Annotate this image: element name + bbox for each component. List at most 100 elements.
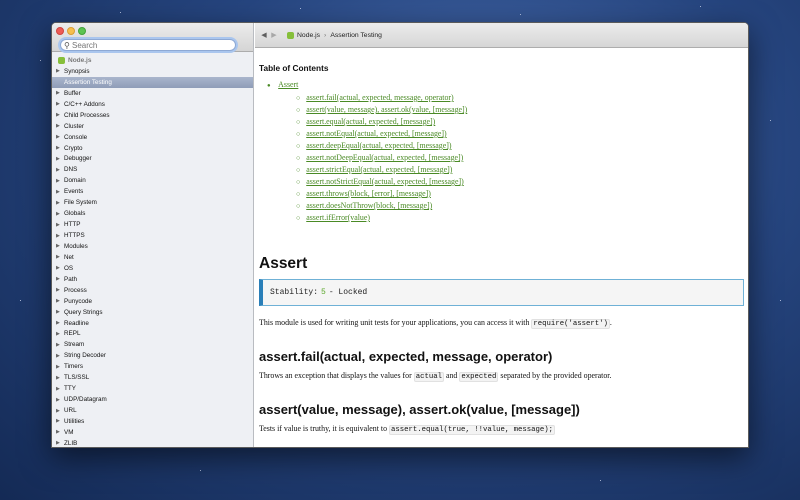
disclosure-triangle-icon[interactable]: ▶ <box>56 68 61 74</box>
sidebar-item[interactable]: ▶ Punycode <box>52 296 253 307</box>
toc-link[interactable]: assert.equal(actual, expected, [message]… <box>306 117 435 126</box>
toc-link[interactable]: assert.notEqual(actual, expected, [messa… <box>306 129 446 138</box>
sidebar-item[interactable]: ▶ ZLIB <box>52 438 253 447</box>
disclosure-triangle-icon[interactable]: ▶ <box>56 309 61 315</box>
sidebar-item[interactable]: ▶Assertion Testing <box>52 76 253 88</box>
disclosure-triangle-icon[interactable]: ▶ <box>56 167 61 173</box>
disclosure-triangle-icon[interactable]: ▶ <box>56 243 61 249</box>
disclosure-triangle-icon[interactable]: ▶ <box>56 189 61 195</box>
disclosure-triangle-icon[interactable]: ▶ <box>56 440 61 446</box>
toc-link[interactable]: assert.throws(block, [error], [message]) <box>306 189 431 198</box>
search-field[interactable]: ⚲ <box>60 39 236 51</box>
sidebar-item[interactable]: ▶ TTY <box>52 383 253 394</box>
disclosure-triangle-icon[interactable]: ▶ <box>56 178 61 184</box>
disclosure-triangle-icon[interactable]: ▶ <box>56 79 61 85</box>
toc-link[interactable]: assert.notDeepEqual(actual, expected, [m… <box>306 153 463 162</box>
sidebar-item[interactable]: ▶ Net <box>52 252 253 263</box>
minimize-window-button[interactable] <box>67 27 75 35</box>
disclosure-triangle-icon[interactable]: ▶ <box>56 101 61 107</box>
search-input[interactable] <box>72 40 230 50</box>
tree-root-nodejs[interactable]: Node.js <box>52 55 253 66</box>
sidebar-item[interactable]: ▶ Debugger <box>52 154 253 165</box>
sidebar-item[interactable]: ▶ Console <box>52 132 253 143</box>
toc-link[interactable]: assert.strictEqual(actual, expected, [me… <box>306 165 452 174</box>
sidebar-item[interactable]: ▶ Crypto <box>52 143 253 154</box>
sidebar-item[interactable]: ▶ TLS/SSL <box>52 372 253 383</box>
sidebar-item[interactable]: ▶ UDP/Datagram <box>52 394 253 405</box>
sidebar-item[interactable]: ▶ String Decoder <box>52 350 253 361</box>
disclosure-triangle-icon[interactable]: ▶ <box>56 265 61 271</box>
disclosure-triangle-icon[interactable]: ▶ <box>56 233 61 239</box>
disclosure-triangle-icon[interactable]: ▶ <box>56 364 61 370</box>
disclosure-triangle-icon[interactable]: ▶ <box>56 90 61 96</box>
toc-item: ○ assert.deepEqual(actual, expected, [mes… <box>296 140 748 152</box>
toc-root-item: ● Assert ○ assert.fail(actual, expected, … <box>267 79 748 224</box>
toc-bullet-icon: ○ <box>296 130 301 138</box>
disclosure-triangle-icon[interactable]: ▶ <box>56 134 61 140</box>
disclosure-triangle-icon[interactable]: ▶ <box>56 254 61 260</box>
api-heading-fail: assert.fail(actual, expected, message, o… <box>259 349 553 364</box>
toc-link[interactable]: assert(value, message), assert.ok(value,… <box>306 105 467 114</box>
disclosure-triangle-icon[interactable]: ▶ <box>56 353 61 359</box>
sidebar-item[interactable]: ▶ Buffer <box>52 88 253 99</box>
sidebar-item-label: Cluster <box>64 122 84 130</box>
sidebar-item[interactable]: ▶ HTTPS <box>52 230 253 241</box>
sidebar-item[interactable]: ▶ Synopsis <box>52 66 253 77</box>
sidebar: ⚲ Node.js ▶Synopsis▶Assertion Testing▶Bu… <box>52 23 254 447</box>
sidebar-item[interactable]: ▶ HTTP <box>52 219 253 230</box>
disclosure-triangle-icon[interactable]: ▶ <box>56 145 61 151</box>
disclosure-triangle-icon[interactable]: ▶ <box>56 320 61 326</box>
sidebar-item[interactable]: ▶ DNS <box>52 164 253 175</box>
toc-link-assert[interactable]: Assert <box>278 80 298 89</box>
sidebar-item[interactable]: ▶ Modules <box>52 241 253 252</box>
sidebar-item[interactable]: ▶ Readline <box>52 318 253 329</box>
disclosure-triangle-icon[interactable]: ▶ <box>56 287 61 293</box>
breadcrumb: Node.js › Assertion Testing <box>287 31 382 39</box>
disclosure-triangle-icon[interactable]: ▶ <box>56 222 61 228</box>
sidebar-item[interactable]: ▶ C/C++ Addons <box>52 99 253 110</box>
toc-link[interactable]: assert.doesNotThrow(block, [message]) <box>306 201 432 210</box>
sidebar-item[interactable]: ▶ Events <box>52 186 253 197</box>
disclosure-triangle-icon[interactable]: ▶ <box>56 397 61 403</box>
sidebar-item[interactable]: ▶ Process <box>52 285 253 296</box>
close-window-button[interactable] <box>56 27 64 35</box>
sidebar-item[interactable]: ▶ Timers <box>52 361 253 372</box>
disclosure-triangle-icon[interactable]: ▶ <box>56 276 61 282</box>
disclosure-triangle-icon[interactable]: ▶ <box>56 408 61 414</box>
sidebar-item[interactable]: ▶ Utilities <box>52 416 253 427</box>
disclosure-triangle-icon[interactable]: ▶ <box>56 331 61 337</box>
disclosure-triangle-icon[interactable]: ▶ <box>56 386 61 392</box>
disclosure-triangle-icon[interactable]: ▶ <box>56 418 61 424</box>
sidebar-item[interactable]: ▶ REPL <box>52 329 253 340</box>
disclosure-triangle-icon[interactable]: ▶ <box>56 298 61 304</box>
toc-link[interactable]: assert.ifError(value) <box>306 213 370 222</box>
stability-box: Stability: 5 - Locked <box>259 279 744 306</box>
sidebar-item[interactable]: ▶ Globals <box>52 208 253 219</box>
sidebar-item[interactable]: ▶ Path <box>52 274 253 285</box>
back-arrow-icon[interactable]: ◀ <box>259 31 269 39</box>
disclosure-triangle-icon[interactable]: ▶ <box>56 429 61 435</box>
toc-link[interactable]: assert.notStrictEqual(actual, expected, … <box>306 177 464 186</box>
sidebar-item[interactable]: ▶ Domain <box>52 175 253 186</box>
disclosure-triangle-icon[interactable]: ▶ <box>56 200 61 206</box>
sidebar-item[interactable]: ▶ OS <box>52 263 253 274</box>
sidebar-item[interactable]: ▶ Cluster <box>52 121 253 132</box>
toc-link[interactable]: assert.deepEqual(actual, expected, [mess… <box>306 141 451 150</box>
disclosure-triangle-icon[interactable]: ▶ <box>56 112 61 118</box>
disclosure-triangle-icon[interactable]: ▶ <box>56 342 61 348</box>
sidebar-item[interactable]: ▶ URL <box>52 405 253 416</box>
disclosure-triangle-icon[interactable]: ▶ <box>56 123 61 129</box>
breadcrumb-root[interactable]: Node.js <box>297 32 320 39</box>
disclosure-triangle-icon[interactable]: ▶ <box>56 375 61 381</box>
breadcrumb-current: Assertion Testing <box>330 31 382 39</box>
sidebar-item[interactable]: ▶ Child Processes <box>52 110 253 121</box>
toc-link[interactable]: assert.fail(actual, expected, message, o… <box>306 93 453 102</box>
sidebar-item[interactable]: ▶ Query Strings <box>52 307 253 318</box>
disclosure-triangle-icon[interactable]: ▶ <box>56 156 61 162</box>
sidebar-item[interactable]: ▶ File System <box>52 197 253 208</box>
zoom-window-button[interactable] <box>78 27 86 35</box>
sidebar-item[interactable]: ▶ VM <box>52 427 253 438</box>
disclosure-triangle-icon[interactable]: ▶ <box>56 211 61 217</box>
sidebar-item[interactable]: ▶ Stream <box>52 339 253 350</box>
forward-arrow-icon[interactable]: ▶ <box>269 31 279 39</box>
